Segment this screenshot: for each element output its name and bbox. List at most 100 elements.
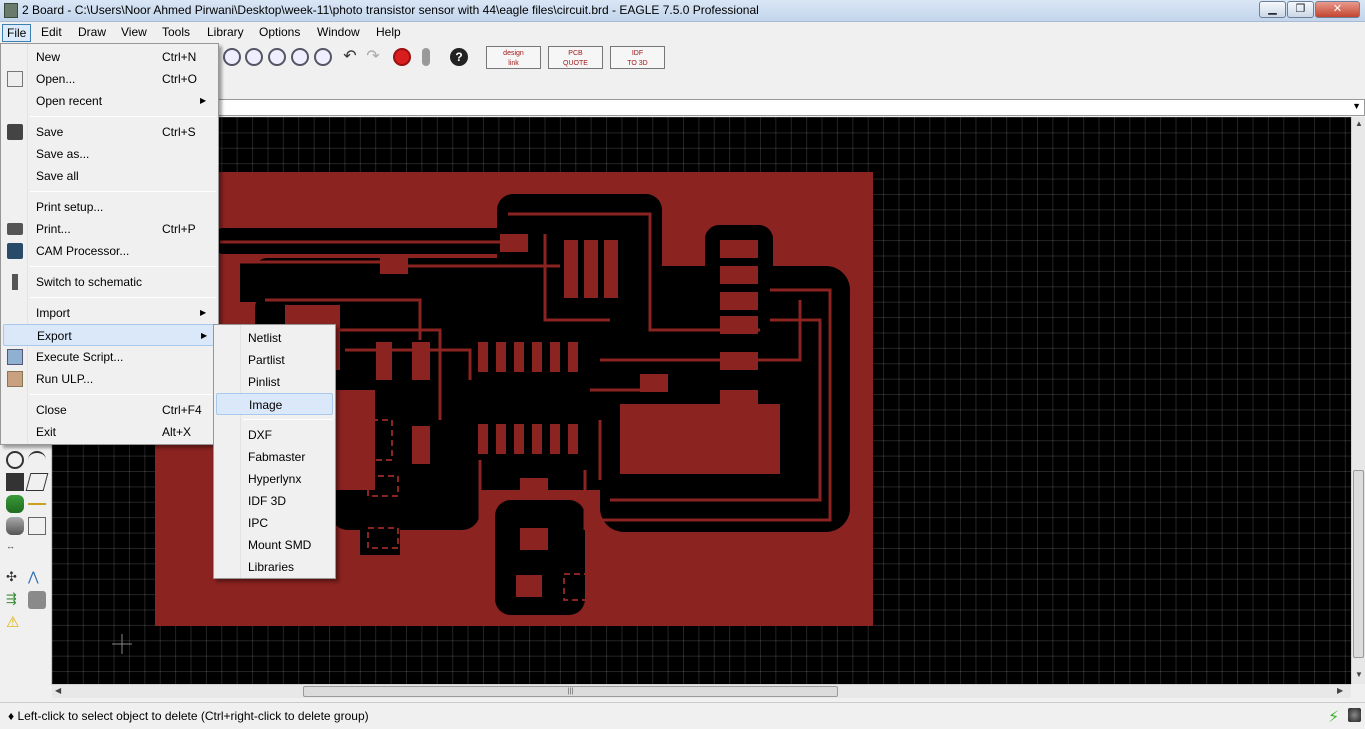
go-icon[interactable] <box>422 48 430 66</box>
export-item-hyperlynx[interactable]: Hyperlynx <box>216 468 333 490</box>
arc-tool-icon[interactable] <box>28 451 46 469</box>
export-item-dxf[interactable]: DXF <box>216 424 333 446</box>
submenu-arrow-icon: ▶ <box>200 96 207 105</box>
menu-help[interactable]: Help <box>372 24 405 42</box>
window-title: 2 Board - C:\Users\Noor Ahmed Pirwani\De… <box>22 3 759 17</box>
export-item-idf-3d[interactable]: IDF 3D <box>216 490 333 512</box>
script-icon <box>7 349 23 365</box>
scroll-left-icon[interactable]: ◀ <box>55 686 61 695</box>
menu-item-save[interactable]: Save Ctrl+S <box>3 121 216 143</box>
menu-item-run-ulp[interactable]: Run ULP... <box>3 368 216 390</box>
horizontal-scroll-thumb[interactable]: ||| <box>303 686 838 697</box>
save-icon <box>7 124 23 140</box>
scroll-up-icon[interactable]: ▲ <box>1355 119 1363 128</box>
eagle-app-icon <box>4 3 18 18</box>
menu-item-execute-script[interactable]: Execute Script... <box>3 346 216 368</box>
menu-library[interactable]: Library <box>203 24 248 42</box>
hole-tool-icon[interactable] <box>6 517 24 535</box>
open-icon <box>7 71 23 87</box>
menu-edit[interactable]: Edit <box>37 24 66 42</box>
command-line-input[interactable]: ▼ <box>218 99 1365 116</box>
circle-tool-icon[interactable] <box>6 451 24 469</box>
menu-item-cam-processor[interactable]: CAM Processor... <box>3 240 216 262</box>
file-menu: New Ctrl+N Open... Ctrl+O Open recent ▶ … <box>0 43 219 445</box>
stop-icon[interactable] <box>393 48 411 66</box>
menu-separator <box>30 394 216 395</box>
go-icon[interactable]: ⚡ <box>1328 707 1339 727</box>
help-icon[interactable]: ? <box>450 48 468 66</box>
chevron-down-icon[interactable]: ▼ <box>1352 101 1361 111</box>
pcb-quote-button[interactable]: PCB QUOTE <box>548 46 603 69</box>
attribute-tool-icon[interactable] <box>28 517 46 535</box>
export-item-pinlist[interactable]: Pinlist <box>216 371 333 393</box>
close-window-button[interactable]: ✕ <box>1315 1 1360 18</box>
via-tool-icon[interactable] <box>6 495 24 513</box>
drc-tool-icon[interactable] <box>28 591 46 609</box>
menu-item-switch-to-schematic[interactable]: Switch to schematic <box>3 271 216 293</box>
vertical-scroll-thumb[interactable] <box>1353 470 1364 658</box>
redo-icon[interactable]: ↷ <box>364 48 382 66</box>
menu-item-close[interactable]: Close Ctrl+F4 <box>3 399 216 421</box>
menu-separator <box>30 191 216 192</box>
menu-options[interactable]: Options <box>255 24 304 42</box>
design-link-button[interactable]: design link <box>486 46 541 69</box>
menu-item-export[interactable]: Export ▶ <box>3 324 216 346</box>
zoom-area-icon[interactable] <box>314 48 332 66</box>
scroll-right-icon[interactable]: ▶ <box>1337 686 1343 695</box>
rect-tool-icon[interactable] <box>6 473 24 491</box>
ratsnest-tool-icon[interactable]: ✣ <box>6 569 24 587</box>
export-item-netlist[interactable]: Netlist <box>216 327 333 349</box>
zoom-in-icon[interactable] <box>245 48 263 66</box>
menu-item-save-all[interactable]: Save all <box>3 165 216 187</box>
export-item-image[interactable]: Image <box>216 393 333 415</box>
export-item-mount-smd[interactable]: Mount SMD <box>216 534 333 556</box>
status-bar: ♦ Left-click to select object to delete … <box>0 702 1365 729</box>
polygon-tool-icon[interactable] <box>25 473 49 491</box>
menu-item-exit[interactable]: Exit Alt+X <box>3 421 216 443</box>
menu-view[interactable]: View <box>117 24 151 42</box>
menu-tools[interactable]: Tools <box>158 24 194 42</box>
menu-separator <box>30 116 216 117</box>
menu-item-import[interactable]: Import ▶ <box>3 302 216 324</box>
submenu-arrow-icon: ▶ <box>201 331 208 340</box>
menu-bar: File Edit Draw View Tools Library Option… <box>0 22 1365 43</box>
ripup-tool-icon[interactable]: ⇶ <box>6 591 24 609</box>
menu-item-print[interactable]: Print... Ctrl+P <box>3 218 216 240</box>
maximize-button[interactable]: ❐ <box>1287 1 1314 18</box>
menu-separator <box>243 419 333 420</box>
horizontal-scrollbar[interactable]: ◀ ||| ▶ <box>52 684 1351 698</box>
undo-icon[interactable]: ↶ <box>341 48 359 66</box>
menu-separator <box>30 266 216 267</box>
zoom-out-icon[interactable] <box>268 48 286 66</box>
zoom-redraw-icon[interactable] <box>291 48 309 66</box>
export-item-fabmaster[interactable]: Fabmaster <box>216 446 333 468</box>
menu-window[interactable]: Window <box>313 24 364 42</box>
stop-icon[interactable] <box>1348 708 1361 722</box>
autorouter-tool-icon[interactable]: ⋀ <box>28 569 46 587</box>
warning-icon[interactable]: ⚠ <box>6 613 24 631</box>
menu-item-open[interactable]: Open... Ctrl+O <box>3 68 216 90</box>
export-submenu: Netlist Partlist Pinlist Image DXF Fabma… <box>213 324 336 579</box>
ulp-icon <box>7 371 23 387</box>
menu-item-print-setup[interactable]: Print setup... <box>3 196 216 218</box>
zoom-fit-icon[interactable] <box>223 48 241 66</box>
menu-item-save-as[interactable]: Save as... <box>3 143 216 165</box>
submenu-arrow-icon: ▶ <box>200 308 207 317</box>
scroll-down-icon[interactable]: ▼ <box>1355 670 1363 679</box>
export-item-partlist[interactable]: Partlist <box>216 349 333 371</box>
printer-icon <box>7 223 23 235</box>
export-item-libraries[interactable]: Libraries <box>216 556 333 578</box>
schematic-icon <box>12 274 18 290</box>
status-message: ♦ Left-click to select object to delete … <box>8 709 369 723</box>
export-item-ipc[interactable]: IPC <box>216 512 333 534</box>
idf-to-3d-button[interactable]: IDF TO 3D <box>610 46 665 69</box>
signal-tool-icon[interactable] <box>28 503 46 505</box>
menu-file[interactable]: File <box>2 24 32 42</box>
menu-draw[interactable]: Draw <box>74 24 110 42</box>
vertical-scrollbar[interactable]: ▲ ▼ <box>1351 117 1365 684</box>
menu-item-new[interactable]: New Ctrl+N <box>3 46 216 68</box>
menu-separator <box>30 297 216 298</box>
dimension-tool-icon[interactable]: ↔ <box>6 541 24 559</box>
minimize-button[interactable]: ▁ <box>1259 1 1286 18</box>
menu-item-open-recent[interactable]: Open recent ▶ <box>3 90 216 112</box>
